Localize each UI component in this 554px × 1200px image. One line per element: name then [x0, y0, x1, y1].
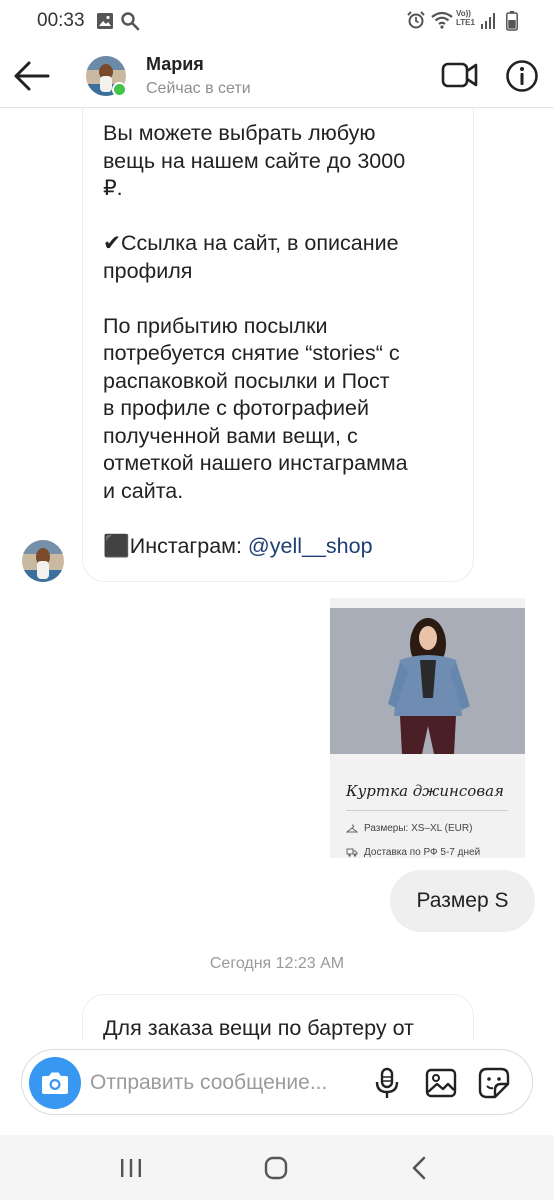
message-line: ₽.: [103, 176, 123, 200]
gallery-icon: [425, 1068, 457, 1098]
message-text: Для заказа вещи по бартеру от: [103, 1016, 414, 1040]
product-delivery: Доставка по РФ 5-7 дней: [346, 847, 480, 858]
info-button[interactable]: [504, 58, 540, 94]
message-composer: [21, 1049, 533, 1115]
home-button[interactable]: [261, 1155, 291, 1181]
message-line: вещь на нашем сайте до 3000: [103, 148, 406, 173]
product-delivery-text: Доставка по РФ 5-7 дней: [364, 847, 481, 858]
system-navigation-bar: [0, 1135, 554, 1200]
outgoing-message-bubble[interactable]: Размер S: [390, 870, 535, 932]
message-input[interactable]: [90, 1066, 362, 1100]
online-indicator: [112, 82, 127, 97]
home-icon: [264, 1156, 288, 1180]
divider: [346, 810, 508, 811]
microphone-button[interactable]: [370, 1066, 404, 1100]
battery-icon: [506, 11, 518, 36]
product-title: Куртка джинсовая: [346, 782, 504, 800]
alarm-icon: [406, 10, 426, 35]
recent-apps-button[interactable]: [116, 1155, 146, 1181]
back-arrow-icon: [14, 61, 50, 91]
camera-button[interactable]: [29, 1057, 81, 1109]
message-line: [103, 285, 453, 313]
message-line: потребуется снятие “stories“ с: [103, 341, 400, 365]
instagram-handle-link[interactable]: @yell__shop: [248, 534, 373, 558]
search-icon: [120, 11, 140, 36]
contact-name[interactable]: Мария: [146, 54, 204, 75]
message-line: [103, 203, 453, 231]
incoming-message-bubble[interactable]: Вы можете выбрать любую вещь на нашем сай…: [82, 100, 474, 582]
shared-product-card[interactable]: Куртка джинсовая Размеры: XS–XL (EUR) До…: [330, 598, 525, 858]
chat-header: Мария Сейчас в сети: [0, 44, 554, 108]
product-photo: [330, 608, 525, 754]
video-call-button[interactable]: [440, 58, 480, 92]
back-nav-icon: [412, 1156, 426, 1180]
message-line: По прибытию посылки: [103, 313, 328, 338]
hanger-icon: [346, 824, 358, 833]
message-line: [103, 505, 453, 533]
camera-icon: [42, 1072, 68, 1094]
info-icon: [506, 60, 538, 92]
message-line: ✔Ссылка на сайт, в описание: [103, 231, 399, 255]
back-nav-button[interactable]: [404, 1155, 434, 1181]
signal-icon: [480, 12, 496, 35]
instagram-line: ⬛Инстаграм: @yell__shop: [103, 533, 453, 561]
status-bar: 00:33 Vo)) LTE1: [0, 0, 554, 44]
wifi-icon: [430, 11, 454, 34]
message-line: полученной вами вещи, с: [103, 423, 358, 448]
sticker-button[interactable]: [477, 1066, 511, 1100]
message-line: Вы можете выбрать любую: [103, 121, 376, 145]
sticker-icon: [478, 1067, 510, 1099]
volte-icon: Vo)) LTE1: [456, 9, 475, 27]
message-line: профиля: [103, 258, 193, 283]
truck-icon: [346, 848, 358, 857]
instagram-prefix: ⬛Инстаграм:: [103, 533, 248, 558]
sender-avatar[interactable]: [22, 540, 64, 582]
product-sizes: Размеры: XS–XL (EUR): [346, 823, 472, 834]
product-sizes-text: Размеры: XS–XL (EUR): [364, 823, 473, 834]
message-line: в профиле с фотографией: [103, 396, 370, 420]
back-button[interactable]: [12, 58, 52, 94]
image-icon: [96, 12, 114, 35]
gallery-button[interactable]: [424, 1066, 458, 1100]
contact-status: Сейчас в сети: [146, 80, 251, 97]
message-timestamp: Сегодня 12:23 AM: [209, 955, 345, 972]
message-line: отметкой нашего инстаграмма: [103, 451, 408, 475]
status-time: 00:33: [37, 10, 85, 31]
video-call-icon: [441, 62, 478, 88]
microphone-icon: [375, 1067, 399, 1098]
message-line: распаковкой посылки и Пост: [103, 368, 390, 393]
recent-apps-icon: [121, 1159, 141, 1177]
message-text: Вы можете выбрать любую вещь на нашем сай…: [103, 120, 453, 533]
message-line: и сайта.: [103, 478, 184, 503]
